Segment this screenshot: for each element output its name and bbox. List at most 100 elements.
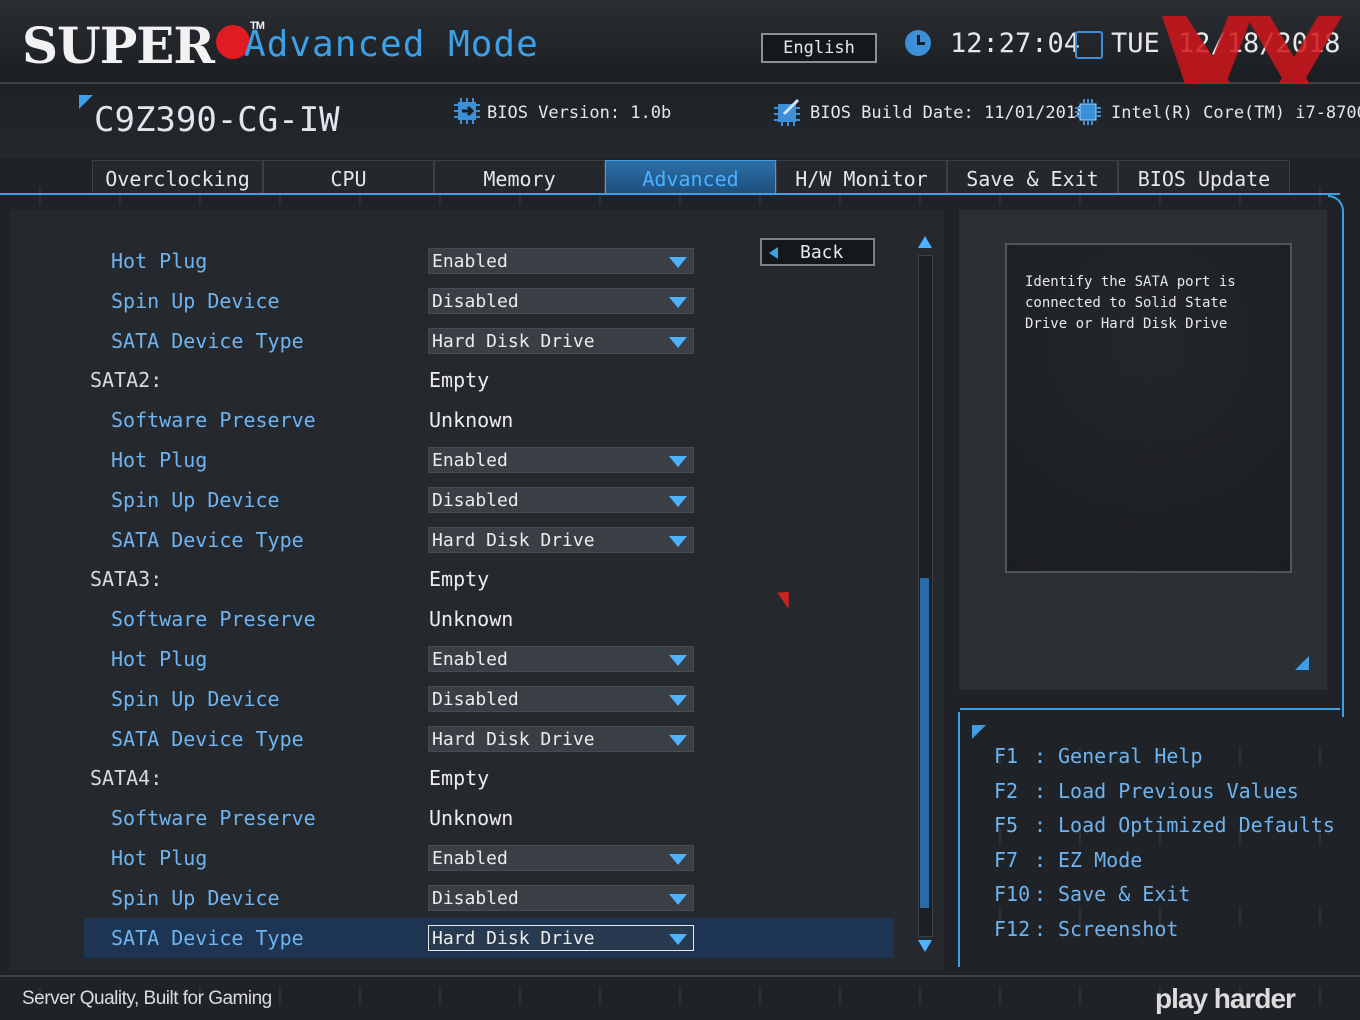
- setting-dropdown[interactable]: Disabled: [428, 686, 694, 712]
- setting-label: Hot Plug: [111, 249, 208, 273]
- back-button[interactable]: Back: [760, 238, 875, 266]
- back-arrow-icon: [769, 247, 778, 259]
- hotkey-description: EZ Mode: [1058, 847, 1143, 872]
- setting-dropdown[interactable]: Disabled: [428, 288, 694, 314]
- language-select[interactable]: English: [761, 33, 877, 63]
- setting-value: Empty: [429, 567, 490, 591]
- setting-value: Unknown: [429, 806, 514, 830]
- bios-build-date: BIOS Build Date: 11/01/2018: [810, 103, 1087, 123]
- setting-label: Spin Up Device: [111, 488, 280, 512]
- setting-dropdown[interactable]: Hard Disk Drive: [428, 527, 694, 553]
- chevron-down-icon: [669, 297, 687, 308]
- setting-dropdown[interactable]: Enabled: [428, 248, 694, 274]
- hotkey-key: F5: [994, 813, 1019, 838]
- setting-value: Empty: [429, 766, 490, 790]
- hotkey-separator: :: [1034, 917, 1047, 941]
- hotkey-key: F2: [994, 778, 1019, 803]
- build-chip-icon: [774, 98, 800, 126]
- hotkey-separator: :: [1034, 778, 1047, 803]
- tab-cpu[interactable]: CPU: [263, 160, 434, 194]
- tab-save-exit[interactable]: Save & Exit: [947, 160, 1118, 194]
- setting-label: SATA Device Type: [111, 727, 304, 751]
- hotkey-separator: :: [1034, 813, 1047, 838]
- hotkey-separator: :: [1034, 847, 1047, 872]
- setting-label: Software Preserve: [111, 607, 316, 631]
- hotkey-key: F7: [994, 847, 1019, 872]
- clock-icon: [905, 30, 931, 56]
- keys-frame: [958, 712, 960, 967]
- chevron-down-icon: [669, 536, 687, 547]
- setting-label: SATA Device Type: [111, 329, 304, 353]
- sata-port-heading: SATA2:: [90, 368, 163, 392]
- hotkey-row: F5 : Load Optimized Defaults: [994, 813, 1335, 837]
- main-tabs: Overclocking CPU Memory Advanced H/W Mon…: [92, 160, 1290, 196]
- corner-accent-icon: [972, 725, 986, 739]
- setting-value: Unknown: [429, 607, 514, 631]
- hotkey-key: F10: [994, 882, 1031, 907]
- setting-label: Hot Plug: [111, 647, 208, 671]
- hotkey-row: F1 : General Help: [994, 744, 1203, 768]
- setting-value: Empty: [429, 368, 490, 392]
- dropdown-value: Enabled: [432, 251, 508, 272]
- setting-dropdown[interactable]: Hard Disk Drive: [428, 925, 694, 951]
- setting-dropdown[interactable]: Disabled: [428, 487, 694, 513]
- chevron-down-icon: [669, 337, 687, 348]
- setting-dropdown[interactable]: Disabled: [428, 885, 694, 911]
- mode-title: Advanced Mode: [244, 24, 539, 65]
- setting-dropdown[interactable]: Hard Disk Drive: [428, 726, 694, 752]
- dropdown-value: Disabled: [432, 490, 519, 511]
- sata-port-heading: SATA3:: [90, 567, 163, 591]
- scroll-up-arrow-icon[interactable]: [918, 236, 932, 248]
- hotkey-description: Save & Exit: [1058, 882, 1191, 907]
- footer-slogan: play harder: [1155, 983, 1296, 1014]
- setting-dropdown[interactable]: Enabled: [428, 447, 694, 473]
- footer-divider: [0, 975, 1360, 977]
- setting-dropdown[interactable]: Enabled: [428, 845, 694, 871]
- supermicro-logo: SUPER TM: [22, 16, 265, 75]
- chevron-down-icon: [669, 695, 687, 706]
- chevron-down-icon: [669, 456, 687, 467]
- help-text: Identify the SATA port is connected to S…: [1025, 274, 1236, 332]
- dropdown-value: Enabled: [432, 649, 508, 670]
- hotkey-description: Load Previous Values: [1058, 778, 1299, 803]
- hotkey-row: F12 : Screenshot: [994, 917, 1178, 941]
- tab-advanced[interactable]: Advanced: [605, 160, 776, 194]
- scroll-down-arrow-icon[interactable]: [918, 940, 932, 952]
- dropdown-value: Hard Disk Drive: [432, 530, 595, 551]
- setting-label: SATA Device Type: [111, 926, 304, 950]
- dropdown-value: Hard Disk Drive: [432, 928, 595, 949]
- system-time[interactable]: 12:27:04: [950, 28, 1080, 59]
- dropdown-value: Hard Disk Drive: [432, 729, 595, 750]
- setting-dropdown[interactable]: Hard Disk Drive: [428, 328, 694, 354]
- setting-label: Spin Up Device: [111, 687, 280, 711]
- chevron-down-icon: [669, 735, 687, 746]
- chevron-down-icon: [669, 655, 687, 666]
- dropdown-value: Enabled: [432, 848, 508, 869]
- calendar-icon: [1075, 31, 1103, 59]
- setting-value: Unknown: [429, 408, 514, 432]
- setting-dropdown[interactable]: Enabled: [428, 646, 694, 672]
- help-divider: [960, 708, 1340, 710]
- hotkey-row: F2 : Load Previous Values: [994, 779, 1299, 803]
- hotkey-key: F12: [994, 917, 1031, 941]
- back-label: Back: [800, 242, 844, 263]
- dropdown-value: Disabled: [432, 888, 519, 909]
- tab-memory[interactable]: Memory: [434, 160, 605, 194]
- tab-underline: [0, 193, 1340, 195]
- tab-bios-update[interactable]: BIOS Update: [1118, 160, 1290, 194]
- chevron-down-icon: [669, 934, 687, 945]
- tab-overclocking[interactable]: Overclocking: [92, 160, 263, 194]
- cpu-name: Intel(R) Core(TM) i7-8700K: [1111, 103, 1360, 123]
- dropdown-value: Enabled: [432, 450, 508, 471]
- sata-port-heading: SATA4:: [90, 766, 163, 790]
- board-model: C9Z390-CG-IW: [94, 100, 340, 140]
- setting-label: Hot Plug: [111, 846, 208, 870]
- dropdown-value: Hard Disk Drive: [432, 331, 595, 352]
- scrollbar-thumb[interactable]: [920, 578, 929, 908]
- dropdown-value: Disabled: [432, 291, 519, 312]
- hotkey-row: F10 : Save & Exit: [994, 882, 1190, 906]
- setting-label: Spin Up Device: [111, 289, 280, 313]
- corner-accent-icon: [1295, 656, 1309, 670]
- tab-hw-monitor[interactable]: H/W Monitor: [776, 160, 947, 194]
- bios-version: BIOS Version: 1.0b: [487, 103, 672, 123]
